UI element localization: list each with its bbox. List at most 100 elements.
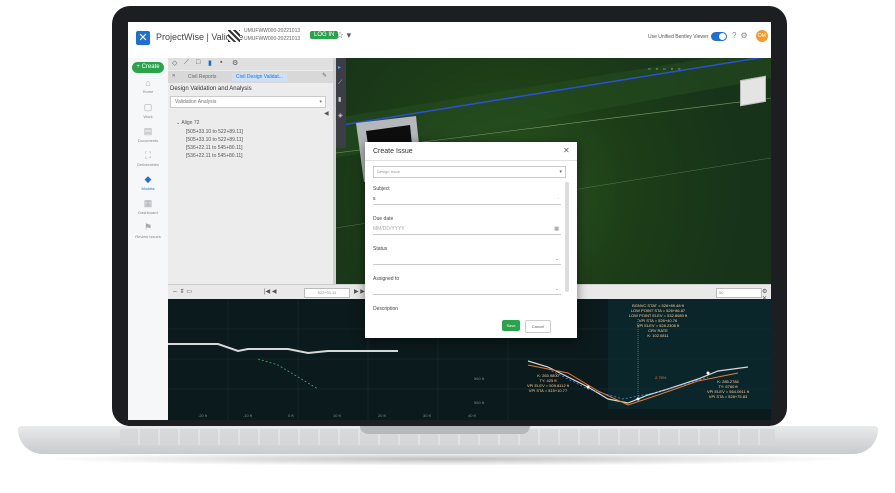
cancel-button[interactable]: Cancel (525, 320, 551, 333)
panel-icon[interactable]: ▮ (208, 59, 212, 67)
x-tick-label: 40 ft (468, 413, 476, 418)
clear-icon[interactable]: · (557, 194, 559, 204)
select-tool-icon[interactable]: ▸ (338, 64, 341, 71)
curve-annotation: BGNVC STAT = 526+89.48 ft LOW POINT STA … (628, 303, 688, 338)
issues-icon: ⚑ (143, 222, 153, 232)
move-icon[interactable]: ⇔ ⇕ ▭ (172, 288, 192, 295)
tree-root[interactable]: ⌄ Align 72 (176, 120, 199, 126)
subject-label: Subject (373, 186, 390, 192)
view-tools-icon[interactable]: ▫▫▫▫▫ (648, 66, 685, 73)
subject-value: s (373, 196, 376, 202)
filter-icon[interactable]: ◀ (324, 110, 329, 117)
favorite-star-icon[interactable]: ☆ ▾ (336, 30, 351, 41)
clip-tool-icon[interactable]: ▮ (338, 96, 341, 103)
due-date-placeholder: MM/DD/YYYY (373, 226, 405, 232)
work-icon: ▢ (143, 102, 153, 112)
laptop-shadow (40, 452, 855, 466)
measure-tool-icon[interactable]: ⟋ (338, 80, 342, 87)
curve-annotation: K: 285.2784 TY: 6760 ft VPI ELEV = 564.0… (706, 379, 750, 399)
issue-type-select[interactable]: Design Issue ▾ (373, 166, 566, 178)
settings-icon[interactable]: ⚙ (232, 59, 238, 67)
grid-icon[interactable]: ▪ (220, 59, 222, 66)
nav-item-label: Documents (137, 138, 159, 143)
pointer-icon[interactable]: ◇ (172, 59, 177, 67)
dialog-scrollbar[interactable] (565, 182, 569, 292)
due-date-input[interactable]: MM/DD/YYYY ▦ (373, 224, 561, 235)
chevron-down-icon: ⌄ (554, 256, 559, 262)
pin-icon[interactable]: ✎ (322, 72, 327, 79)
deliverables-icon: ⛶ (144, 150, 152, 160)
view-tools[interactable]: ▫▫▫▫▫ (648, 66, 685, 73)
viewport-toolbar: ▸ ⟋ ▮ ◈ (336, 58, 346, 148)
assigned-to-select[interactable]: ⌄ (373, 284, 561, 295)
documents-icon: ▤ (143, 126, 153, 136)
status-label: Status (373, 246, 388, 252)
nav-item-models[interactable]: ◆ Models (128, 174, 168, 191)
left-nav: + Create ⌂ Home ▢ Work ▤ Documents ⛶ Deliver… (128, 58, 169, 420)
tree-item[interactable]: [505+33.10 to 522+89.11] (186, 129, 243, 135)
tab-civil-reports[interactable]: Civil Reports (184, 73, 220, 81)
grade-label: 2.75% (655, 375, 667, 380)
project-thumbnail-icon (228, 30, 240, 42)
nav-item-issues[interactable]: ⚑ Review issues (128, 222, 168, 239)
panel-tabs: » Civil Reports Civil Design Validat... … (168, 71, 333, 83)
nav-item-label: Models (141, 186, 155, 191)
nav-item-deliverables[interactable]: ⛶ Deliverables (128, 150, 168, 167)
tree-item[interactable]: [536+22.11 to 545+80.11] (186, 145, 243, 151)
calendar-icon[interactable]: ▦ (554, 224, 559, 234)
x-tick-label: 20 ft (378, 413, 386, 418)
section-tool-icon[interactable]: ◈ (338, 112, 343, 119)
tree-item[interactable]: [505+33.10 to 522+89.11] (186, 137, 243, 143)
navigation-cube[interactable] (740, 75, 766, 107)
due-date-label: Due date (373, 216, 394, 222)
create-button[interactable]: + Create (132, 62, 164, 73)
tree-root-label: Align 72 (181, 120, 200, 126)
analysis-select-value: Validation Analysis (175, 99, 217, 105)
header-icons[interactable]: ?⚙ (732, 31, 752, 40)
laptop-hinge-notch (360, 426, 530, 434)
nav-item-label: Home (142, 89, 154, 94)
analysis-select[interactable]: Validation Analysis ▾ (170, 96, 326, 108)
save-button[interactable]: Save (502, 320, 520, 331)
design-validation-panel: ◇ ⟋ □ ▮ ▪ ⚙ » Civil Reports Civil Design… (168, 58, 333, 284)
tab-civil-design-validation[interactable]: Civil Design Validat... (232, 73, 287, 81)
chevron-down-icon: ⌄ (554, 286, 559, 292)
assigned-to-label: Assigned to (373, 276, 400, 282)
curve-annotation: K: 263.9800 TY: 425 ft VPI ELEV = 509.81… (526, 373, 570, 393)
bentley-logo-icon: ✕ (136, 31, 150, 45)
nav-item-documents[interactable]: ▤ Documents (128, 126, 168, 143)
first-station-icon[interactable]: |◀ ◀ (264, 288, 276, 295)
app-header: ✕ ProjectWise | Validate UMUFWW000-20221… (128, 22, 771, 59)
viewer-toggle-label: Use Unified Bentley Viewer (648, 34, 709, 40)
x-tick-label: 0 ft (288, 413, 294, 418)
issue-type-value: Design Issue (377, 169, 401, 174)
status-select[interactable]: ⌄ (373, 254, 561, 265)
nav-item-label: Dashboard (138, 210, 158, 215)
y-tick-label: 560 ft (474, 376, 485, 381)
models-icon: ◆ (144, 174, 152, 184)
divider (365, 160, 577, 161)
project-id: UMUFWW000-20221013 (244, 36, 301, 42)
nav-item-label: Review issues (135, 234, 161, 239)
nav-item-work[interactable]: ▢ Work (128, 102, 168, 119)
laptop-screen: ✕ ProjectWise | Validate UMUFWW000-20221… (128, 22, 771, 420)
subject-input[interactable]: s · (373, 194, 561, 205)
x-tick-label: -20 ft (198, 413, 208, 418)
close-icon[interactable]: ✕ (563, 146, 570, 155)
settings-icon[interactable]: ⚙ (740, 31, 751, 40)
measure-icon[interactable]: ⟋ (184, 59, 189, 67)
x-tick-label: 30 ft (423, 413, 431, 418)
station-input[interactable]: 522+01.11 (304, 288, 350, 298)
exaggeration-select[interactable]: 50 (716, 288, 762, 298)
viewer-toggle[interactable] (711, 32, 727, 41)
panel-title: Design Validation and Analysis (170, 86, 252, 92)
nav-item-label: Work (143, 114, 153, 119)
nav-item-home[interactable]: ⌂ Home (128, 78, 168, 94)
project-name[interactable]: UMUFWW000-20221013 (244, 28, 300, 34)
avatar[interactable]: DM (756, 30, 768, 42)
box-icon[interactable]: □ (196, 59, 200, 66)
home-icon: ⌂ (145, 78, 151, 88)
tree-item[interactable]: [536+22.11 to 545+80.11] (186, 153, 243, 159)
collapse-icon[interactable]: » (172, 73, 175, 79)
nav-item-dashboard[interactable]: ▦ Dashboard (128, 198, 168, 215)
